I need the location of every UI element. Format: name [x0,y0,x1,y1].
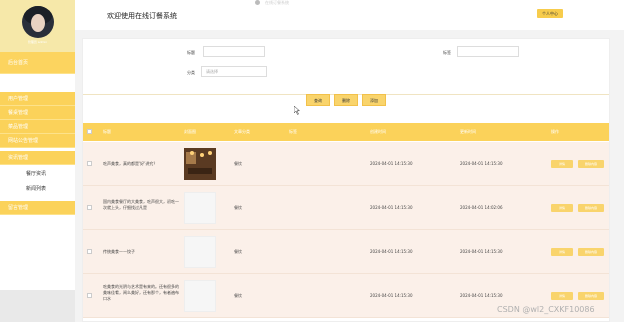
col-tag: 标签 [289,129,297,134]
sidebar-item-home[interactable]: 后台首页 [0,52,75,74]
add-button[interactable]: 添加 [362,94,386,106]
sidebar-item-news[interactable]: 资讯管理 [0,151,75,165]
top-bar: 欢迎使用在线订餐系统 在线订餐系统 个人中心 [75,0,624,30]
scrollbar[interactable] [610,38,618,322]
row-detail-button[interactable]: 详情 [551,292,573,300]
col-cover: 封面图 [184,129,196,134]
tag-filter-input[interactable] [457,46,519,57]
row-detail-button[interactable]: 详情 [551,248,573,256]
row-checkbox[interactable] [87,205,92,210]
sidebar-subitem-restaurant-news[interactable]: 餐厅资讯 [0,168,75,181]
row-detail-button[interactable]: 详情 [551,160,573,168]
col-created: 创建时间 [370,129,386,134]
photo-lamp [190,151,194,155]
row-checkbox[interactable] [87,249,92,254]
row-category: 餐饮 [234,161,242,166]
row-delete-button[interactable]: 删除内容 [578,160,604,168]
row-updated: 2024-04-01 14:15:30 [460,293,503,298]
page-title: 欢迎使用在线订餐系统 [107,12,177,20]
row-title: 国内美食餐厅的大美食，吃声很大，初吃一次就上头，仔细找过凡是 [103,199,179,210]
col-title: 标题 [103,129,111,134]
row-category: 餐饮 [234,293,242,298]
row-created: 2024-04-01 14:15:30 [370,205,413,210]
row-cover-image [184,192,216,224]
sidebar: 管理员 admin 后台首页 用户管理 餐桌管理 菜品管理 网站公告管理 资讯管… [0,0,75,322]
row-category: 餐饮 [234,249,242,254]
row-updated: 2024-04-01 14:15:30 [460,249,503,254]
app-root: 管理员 admin 后台首页 用户管理 餐桌管理 菜品管理 网站公告管理 资讯管… [0,0,624,322]
avatar-face [31,14,45,32]
top-faint-text: 在线订餐系统 [265,0,289,5]
col-actions: 操作 [551,129,559,134]
row-checkbox[interactable] [87,161,92,166]
content-panel: 标题 标签 分类 请选择 查询 删除 添加 标题 封面图 文章分类 标签 创建时… [82,38,610,322]
row-title: 传统美食——饺子 [103,249,135,254]
row-cover-image [184,236,216,268]
row-detail-button[interactable]: 详情 [551,204,573,212]
row-cover-image [184,148,216,180]
sidebar-subitem-news-list[interactable]: 新闻列表 [0,183,75,196]
row-delete-button[interactable]: 删除内容 [578,248,604,256]
row-category: 餐饮 [234,205,242,210]
row-created: 2024-04-01 14:15:30 [370,293,413,298]
table-header: 标题 封面图 文章分类 标签 创建时间 更新时间 操作 [83,123,609,141]
sidebar-item-tables[interactable]: 餐桌管理 [0,106,75,120]
sidebar-item-dishes[interactable]: 菜品管理 [0,120,75,134]
row-created: 2024-04-01 14:15:30 [370,249,413,254]
row-title: 吃美食的光阴与艺术是有来的。还有很多的美味佳肴，闻么美好，还有那个，有者遍布口水 [103,284,179,301]
row-title: 吃声美食，真的都是'好'讲究？ [103,161,158,166]
sidebar-item-users[interactable]: 用户管理 [0,92,75,106]
row-checkbox[interactable] [87,293,92,298]
row-updated: 2024-04-01 14:15:30 [460,161,503,166]
col-updated: 更新时间 [460,129,476,134]
category-select[interactable]: 请选择 [201,66,267,77]
row-updated: 2024-04-01 14:02:06 [460,205,503,210]
photo-lamp [200,153,204,157]
category-filter-label: 分类 [187,70,195,75]
sidebar-item-messages[interactable]: 留言管理 [0,201,75,215]
delete-button[interactable]: 删除 [334,94,358,106]
table-row: 吃声美食，真的都是'好'讲究？ 餐饮 2024-04-01 14:15:30 2… [83,142,609,186]
user-center-button[interactable]: 个人中心 [537,9,563,18]
sidebar-user-name: 管理员 admin [27,40,48,44]
status-dot-icon [255,0,260,5]
sidebar-bottom [0,290,75,322]
photo-lamp [208,151,212,155]
table-row: 国内美食餐厅的大美食，吃声很大，初吃一次就上头，仔细找过凡是 餐饮 2024-0… [83,186,609,230]
avatar [22,6,54,38]
row-created: 2024-04-01 14:15:30 [370,161,413,166]
table-row: 传统美食——饺子 餐饮 2024-04-01 14:15:30 2024-04-… [83,230,609,274]
mouse-cursor-icon [294,106,300,115]
search-button[interactable]: 查询 [306,94,330,106]
col-category: 文章分类 [234,129,250,134]
watermark: CSDN @wl2_CXKF10086 [497,305,595,314]
title-filter-input[interactable] [203,46,265,57]
sidebar-item-announcements[interactable]: 网站公告管理 [0,134,75,148]
title-filter-label: 标题 [187,50,195,55]
photo-table [188,168,212,174]
row-delete-button[interactable]: 删除内容 [578,204,604,212]
row-cover-image [184,280,216,312]
row-delete-button[interactable]: 删除内容 [578,292,604,300]
select-all-checkbox[interactable] [87,129,92,134]
sidebar-header: 管理员 admin [0,0,75,52]
tag-filter-label: 标签 [443,50,451,55]
